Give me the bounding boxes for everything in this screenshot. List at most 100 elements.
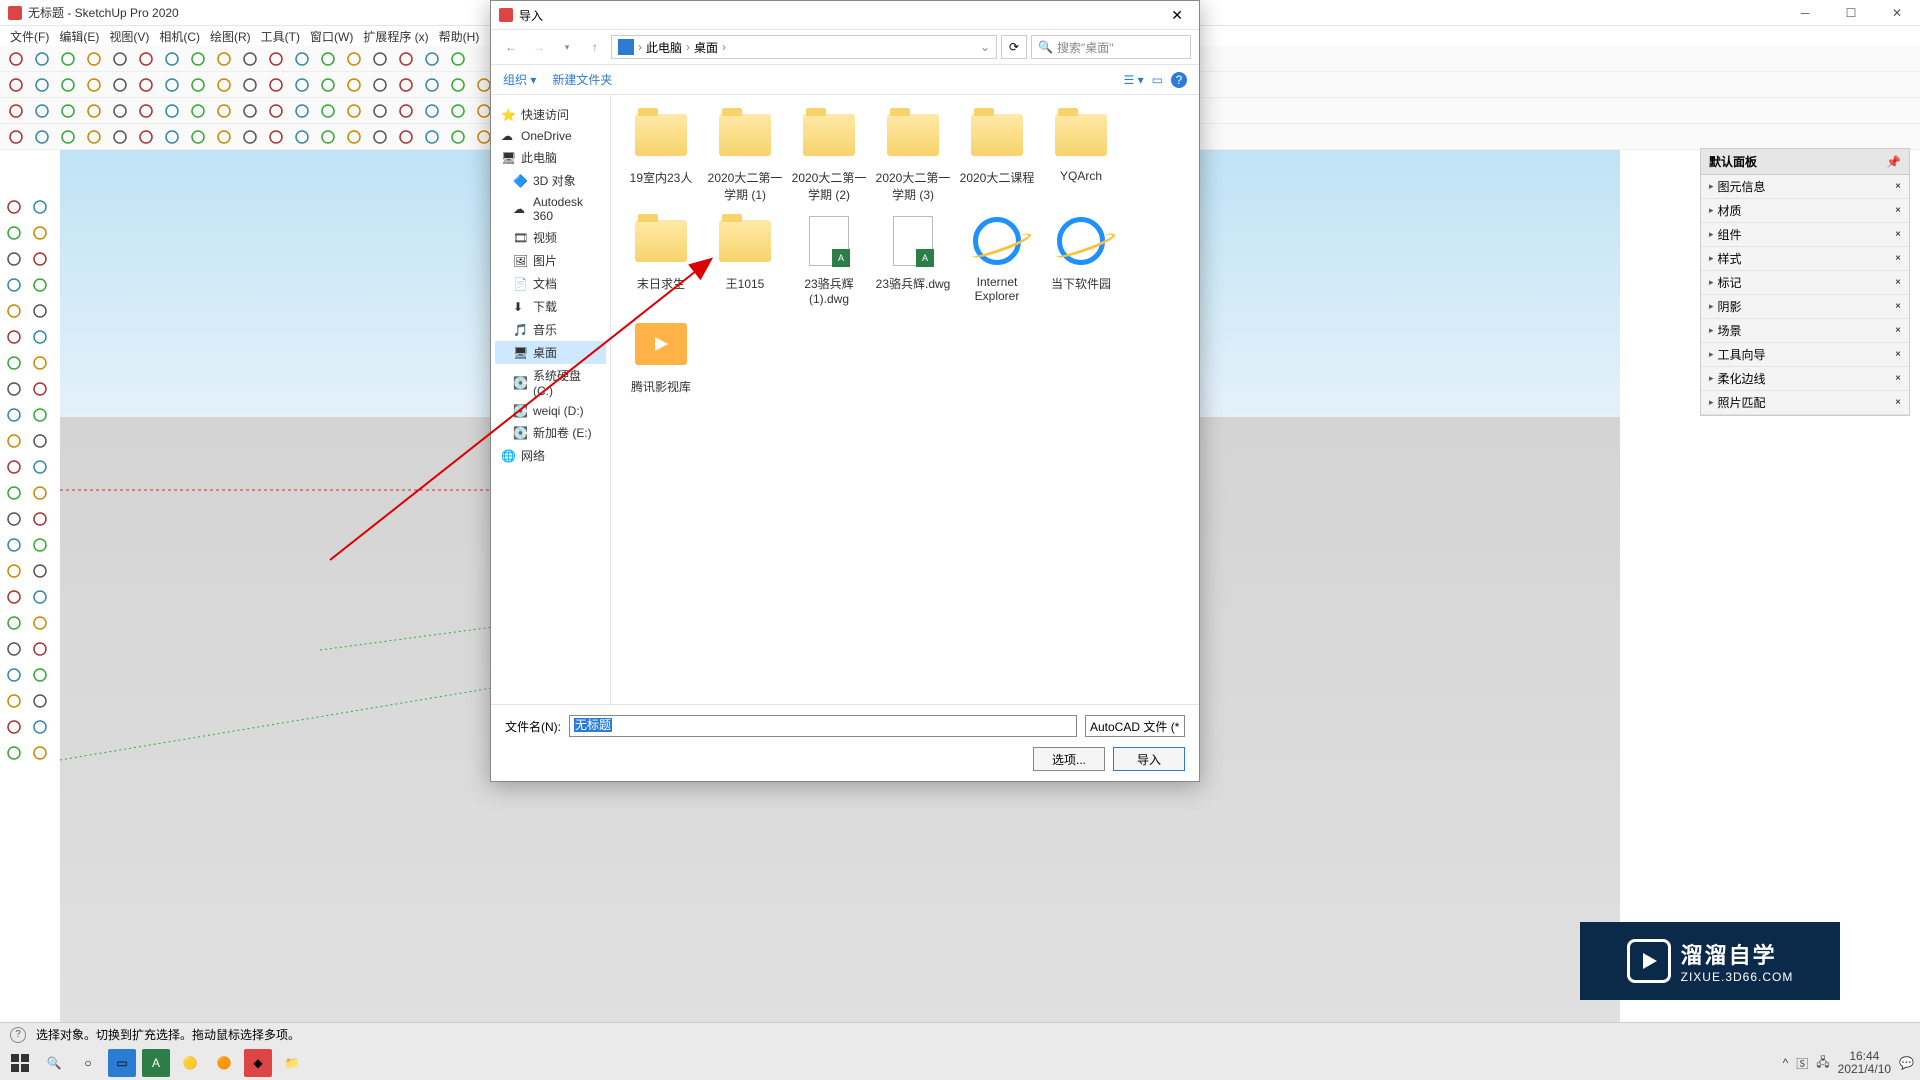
import-button[interactable]: 导入	[1113, 747, 1185, 771]
tool-icon[interactable]	[108, 73, 132, 97]
tree-item[interactable]: ⭐快速访问	[495, 103, 606, 126]
tray-item[interactable]: 场景×	[1701, 319, 1909, 343]
tool-icon[interactable]	[446, 73, 470, 97]
tool-icon[interactable]	[30, 125, 54, 149]
tool-icon[interactable]	[2, 689, 26, 713]
preview-pane-button[interactable]: ▭	[1152, 73, 1163, 87]
tree-item[interactable]: 🎞视频	[495, 226, 606, 249]
tree-item[interactable]: ⬇下载	[495, 295, 606, 318]
tool-icon[interactable]	[28, 585, 52, 609]
tool-icon[interactable]	[368, 73, 392, 97]
tool-icon[interactable]	[28, 663, 52, 687]
tool-icon[interactable]	[2, 429, 26, 453]
tool-icon[interactable]	[4, 125, 28, 149]
tray-item[interactable]: 材质×	[1701, 199, 1909, 223]
file-item[interactable]: 2020大二第一学期 (2)	[789, 105, 869, 203]
menu-draw[interactable]: 绘图(R)	[206, 26, 255, 47]
ime-icon[interactable]: 🅂	[1796, 1055, 1808, 1072]
tool-icon[interactable]	[446, 125, 470, 149]
tray-item-close-icon[interactable]: ×	[1895, 205, 1901, 216]
tray-item[interactable]: 标记×	[1701, 271, 1909, 295]
tool-icon[interactable]	[290, 99, 314, 123]
tool-icon[interactable]	[264, 125, 288, 149]
tool-icon[interactable]	[28, 533, 52, 557]
tool-icon[interactable]	[2, 403, 26, 427]
tray-pin-icon[interactable]: 📌	[1886, 155, 1901, 169]
tool-icon[interactable]	[28, 715, 52, 739]
menu-tools[interactable]: 工具(T)	[257, 26, 304, 47]
tool-icon[interactable]	[290, 47, 314, 71]
tool-icon[interactable]	[264, 73, 288, 97]
file-item[interactable]: A23骆兵辉.dwg	[873, 211, 953, 306]
tool-icon[interactable]	[2, 715, 26, 739]
tray-item[interactable]: 工具向导×	[1701, 343, 1909, 367]
tree-item[interactable]: 💽系统硬盘 (C:)	[495, 364, 606, 401]
cortana-icon[interactable]: ○	[74, 1049, 102, 1077]
tool-icon[interactable]	[342, 125, 366, 149]
tool-icon[interactable]	[56, 47, 80, 71]
tool-icon[interactable]	[238, 47, 262, 71]
tool-icon[interactable]	[316, 99, 340, 123]
filetype-select[interactable]: AutoCAD 文件 (*	[1085, 715, 1185, 737]
tool-icon[interactable]	[2, 299, 26, 323]
tool-icon[interactable]	[82, 125, 106, 149]
tool-icon[interactable]	[56, 125, 80, 149]
file-item[interactable]: 2020大二课程	[957, 105, 1037, 203]
tool-icon[interactable]	[186, 73, 210, 97]
start-button[interactable]	[6, 1049, 34, 1077]
tool-icon[interactable]	[160, 73, 184, 97]
tool-icon[interactable]	[108, 99, 132, 123]
tool-icon[interactable]	[186, 125, 210, 149]
tool-icon[interactable]	[28, 403, 52, 427]
tree-item[interactable]: ☁OneDrive	[495, 126, 606, 146]
tool-icon[interactable]	[2, 455, 26, 479]
file-item[interactable]: 末日求生	[621, 211, 701, 306]
tool-icon[interactable]	[420, 125, 444, 149]
tool-icon[interactable]	[316, 47, 340, 71]
tool-icon[interactable]	[2, 559, 26, 583]
tool-icon[interactable]	[4, 99, 28, 123]
tool-icon[interactable]	[290, 73, 314, 97]
search-icon[interactable]: 🔍	[40, 1049, 68, 1077]
tool-icon[interactable]	[264, 47, 288, 71]
tree-item[interactable]: 🖼图片	[495, 249, 606, 272]
tool-icon[interactable]	[160, 47, 184, 71]
tool-icon[interactable]	[28, 429, 52, 453]
tool-icon[interactable]	[212, 125, 236, 149]
tool-icon[interactable]	[2, 507, 26, 531]
tray-item-close-icon[interactable]: ×	[1895, 349, 1901, 360]
tool-icon[interactable]	[108, 125, 132, 149]
tool-icon[interactable]	[28, 273, 52, 297]
menu-extensions[interactable]: 扩展程序 (x)	[359, 26, 432, 47]
menu-edit[interactable]: 编辑(E)	[55, 26, 103, 47]
tool-icon[interactable]	[238, 99, 262, 123]
menu-view[interactable]: 视图(V)	[105, 26, 153, 47]
tool-icon[interactable]	[316, 125, 340, 149]
tool-icon[interactable]	[134, 99, 158, 123]
tool-icon[interactable]	[420, 47, 444, 71]
autocad-task-icon[interactable]: A	[142, 1049, 170, 1077]
tool-icon[interactable]	[2, 611, 26, 635]
tool-icon[interactable]	[28, 325, 52, 349]
tool-icon[interactable]	[342, 47, 366, 71]
tool-icon[interactable]	[28, 195, 52, 219]
file-item[interactable]: A23骆兵辉 (1).dwg	[789, 211, 869, 306]
tool-icon[interactable]	[212, 73, 236, 97]
tool-icon[interactable]	[30, 99, 54, 123]
tool-icon[interactable]	[28, 741, 52, 765]
breadcrumb[interactable]: › 此电脑 › 桌面 › ⌄	[611, 35, 997, 59]
tray-item-close-icon[interactable]: ×	[1895, 181, 1901, 192]
tray-item[interactable]: 图元信息×	[1701, 175, 1909, 199]
help-button[interactable]: ?	[1171, 72, 1187, 88]
tool-icon[interactable]	[368, 99, 392, 123]
tool-icon[interactable]	[2, 741, 26, 765]
bc-folder[interactable]: 桌面	[694, 39, 718, 56]
tool-icon[interactable]	[82, 47, 106, 71]
tool-icon[interactable]	[28, 377, 52, 401]
explorer-task-icon[interactable]: 📁	[278, 1049, 306, 1077]
tool-icon[interactable]	[56, 99, 80, 123]
tool-icon[interactable]	[2, 325, 26, 349]
tree-item[interactable]: 🖥此电脑	[495, 146, 606, 169]
tool-icon[interactable]	[28, 455, 52, 479]
file-item[interactable]: 2020大二第一学期 (3)	[873, 105, 953, 203]
